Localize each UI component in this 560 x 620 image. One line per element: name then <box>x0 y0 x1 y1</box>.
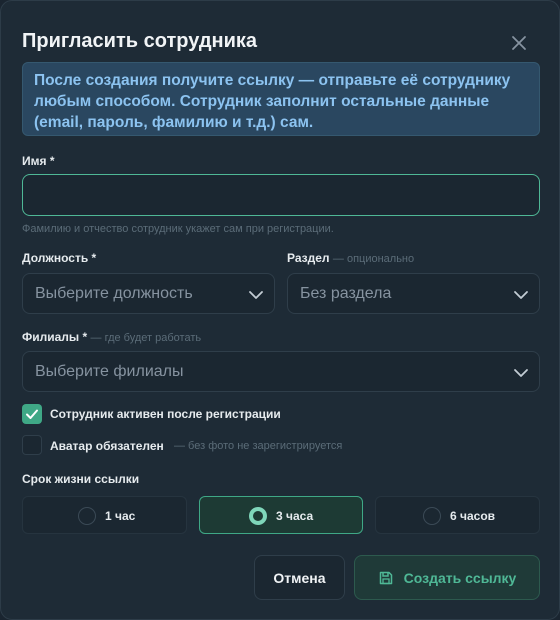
info-notice: После создания получите ссылку — отправь… <box>22 62 540 136</box>
radio-icon <box>423 507 441 525</box>
ttl-option-1h[interactable]: 1 час <box>22 496 187 534</box>
branches-select[interactable]: Выберите филиалы <box>22 351 540 392</box>
chevron-down-icon <box>514 369 528 377</box>
branches-note: — где будет работать <box>90 332 202 344</box>
position-select[interactable]: Выберите должность <box>22 273 275 314</box>
active-after-registration-checkbox[interactable] <box>22 404 42 424</box>
name-label: Имя * <box>22 154 55 168</box>
section-select[interactable]: Без раздела <box>287 273 540 314</box>
ttl-option-label: 6 часов <box>450 509 496 523</box>
link-ttl-label: Срок жизни ссылки <box>22 472 140 486</box>
name-input[interactable] <box>22 174 540 216</box>
cancel-button-label: Отмена <box>273 569 326 586</box>
position-placeholder: Выберите должность <box>35 285 193 302</box>
avatar-required-label: Аватар обязателен <box>50 439 164 453</box>
invite-employee-dialog: Пригласить сотрудника После создания пол… <box>0 0 560 620</box>
avatar-required-checkbox[interactable] <box>22 435 42 455</box>
create-link-button-label: Создать ссылку <box>403 569 517 586</box>
avatar-required-hint: — без фото не зарегистрируется <box>174 440 343 452</box>
section-label: Раздел — опционально <box>287 251 414 265</box>
dialog-title: Пригласить сотрудника <box>22 30 258 52</box>
name-hint: Фамилию и отчество сотрудник укажет сам … <box>22 223 334 235</box>
position-label: Должность * <box>22 251 97 265</box>
branches-placeholder: Выберите филиалы <box>35 363 184 380</box>
ttl-option-label: 3 часа <box>276 509 314 523</box>
radio-selected-icon <box>249 507 267 525</box>
radio-icon <box>78 507 96 525</box>
checkmark-icon <box>26 409 38 419</box>
close-icon <box>512 36 526 50</box>
chevron-down-icon <box>249 291 263 299</box>
section-label-text: Раздел <box>287 251 330 265</box>
create-link-button[interactable]: Создать ссылку <box>354 555 540 600</box>
branches-label: Филиалы * — где будет работать <box>22 330 201 344</box>
ttl-option-3h[interactable]: 3 часа <box>199 496 363 534</box>
active-after-registration-label: Сотрудник активен после регистрации <box>50 407 281 421</box>
section-value: Без раздела <box>300 285 392 302</box>
section-optional-note: — опционально <box>332 253 415 265</box>
branches-label-text: Филиалы * <box>22 330 88 344</box>
ttl-option-6h[interactable]: 6 часов <box>375 496 540 534</box>
ttl-option-label: 1 час <box>105 509 136 523</box>
cancel-button[interactable]: Отмена <box>254 555 345 600</box>
save-icon <box>379 571 392 584</box>
close-button[interactable] <box>507 31 531 55</box>
chevron-down-icon <box>514 291 528 299</box>
